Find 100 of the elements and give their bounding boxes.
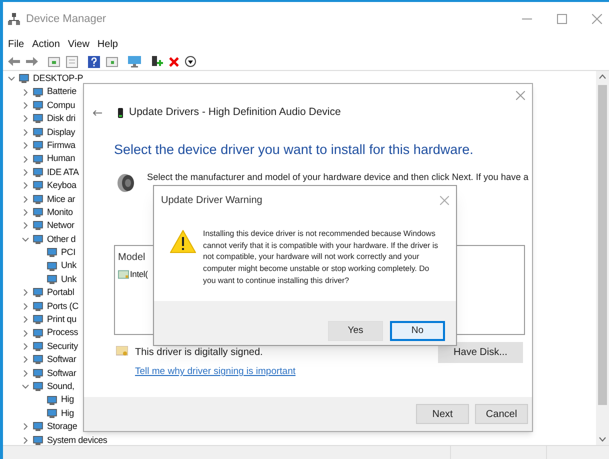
close-icon[interactable] xyxy=(516,91,525,100)
device-icon xyxy=(33,234,43,244)
close-icon[interactable] xyxy=(592,14,602,24)
window-icon[interactable] xyxy=(106,56,118,66)
forward-arrow-icon[interactable] xyxy=(26,57,38,66)
chevron-right-icon[interactable] xyxy=(22,289,29,296)
back-arrow-icon[interactable] xyxy=(8,57,20,66)
device-icon xyxy=(33,355,43,364)
chevron-right-icon[interactable] xyxy=(22,196,29,203)
chevron-right-icon[interactable] xyxy=(22,209,29,216)
device-icon xyxy=(33,114,43,124)
close-icon[interactable] xyxy=(440,196,449,205)
tree-item[interactable]: Unk xyxy=(61,272,76,286)
tree-item[interactable]: Hig xyxy=(61,393,74,407)
device-icon xyxy=(47,408,57,418)
menu-item[interactable]: Action xyxy=(29,37,63,52)
menu-item[interactable]: File xyxy=(5,37,28,52)
model-item[interactable]: Intel( xyxy=(130,268,148,281)
back-arrow-icon[interactable] xyxy=(93,110,102,116)
tree-item[interactable]: Batterie xyxy=(47,85,76,99)
scroll-up-icon[interactable] xyxy=(599,74,606,79)
dialog-button[interactable]: Cancel xyxy=(475,404,528,424)
device-icon xyxy=(47,248,57,258)
tree-item[interactable]: Human xyxy=(47,152,76,166)
chevron-right-icon[interactable] xyxy=(22,88,29,96)
tree-item[interactable]: Disk dri xyxy=(47,112,76,126)
tree-item[interactable]: Other d xyxy=(47,232,76,246)
chevron-right-icon[interactable] xyxy=(22,343,29,350)
chevron-right-icon[interactable] xyxy=(22,222,29,230)
tree-item[interactable]: DESKTOP-P xyxy=(33,72,84,86)
chevron-right-icon[interactable] xyxy=(22,423,29,430)
device-icon xyxy=(33,154,43,164)
help-icon[interactable] xyxy=(88,56,100,68)
device-icon xyxy=(33,288,43,298)
chevron-right-icon[interactable] xyxy=(22,128,29,136)
tree-item[interactable]: Keyboa xyxy=(47,179,76,193)
maximize-icon[interactable] xyxy=(557,14,567,24)
chevron-right-icon[interactable] xyxy=(22,115,29,122)
tree-item[interactable]: Ports (C xyxy=(47,300,78,314)
tree-item[interactable]: Security xyxy=(47,340,78,354)
device-add-icon[interactable] xyxy=(151,56,163,68)
tree-item[interactable]: Portabl xyxy=(47,286,74,300)
menu-item[interactable]: View xyxy=(64,37,92,52)
tree-item[interactable]: Firmwa xyxy=(47,138,76,152)
chevron-right-icon[interactable] xyxy=(22,182,29,190)
page-icon[interactable] xyxy=(66,56,78,68)
tree-item[interactable]: Process xyxy=(47,326,78,340)
tree-item[interactable]: Networ xyxy=(47,219,74,233)
delete-icon[interactable] xyxy=(169,56,179,66)
device-icon xyxy=(33,208,43,218)
dialog-title: Update Drivers - High Definition Audio Device xyxy=(129,105,341,120)
chevron-down-icon[interactable] xyxy=(22,236,29,243)
tree-item[interactable]: Hig xyxy=(61,406,74,420)
tree-item[interactable]: Softwar xyxy=(47,353,76,367)
have-disk-button[interactable]: Have Disk... xyxy=(438,342,523,363)
warning-icon xyxy=(170,230,196,253)
menu-item[interactable]: Help xyxy=(94,37,121,52)
scroll-down-icon[interactable] xyxy=(599,437,606,442)
chevron-down-icon[interactable] xyxy=(22,383,29,390)
tree-item[interactable]: Storage xyxy=(47,420,78,434)
chevron-right-icon[interactable] xyxy=(22,356,29,364)
scrollbar[interactable] xyxy=(596,71,609,445)
dialog-heading: Select the device driver you want to install for this hardware. xyxy=(114,140,474,159)
scrollbar-thumb[interactable] xyxy=(598,85,607,405)
chevron-right-icon[interactable] xyxy=(22,156,29,163)
device-icon xyxy=(19,74,29,84)
tree-item[interactable]: System devices xyxy=(47,434,108,447)
monitor-icon[interactable] xyxy=(128,56,141,68)
chevron-right-icon[interactable] xyxy=(22,168,29,176)
dialog-button[interactable]: Next xyxy=(416,404,469,424)
device-icon xyxy=(33,302,43,311)
chevron-right-icon[interactable] xyxy=(22,102,29,109)
chevron-down-icon[interactable] xyxy=(8,75,15,82)
tree-item[interactable]: Softwar xyxy=(47,366,76,380)
tree-item[interactable]: Mice ar xyxy=(47,192,76,206)
chevron-right-icon[interactable] xyxy=(22,142,29,150)
driver-signing-link[interactable]: Tell me why driver signing is important xyxy=(135,365,296,380)
driver-icon xyxy=(118,270,129,279)
chevron-right-icon[interactable] xyxy=(22,370,29,377)
tree-item[interactable]: Sound, xyxy=(47,380,74,394)
chevron-right-icon[interactable] xyxy=(22,302,29,310)
chevron-right-icon[interactable] xyxy=(22,316,29,324)
tree-item[interactable]: PCI xyxy=(61,246,76,260)
device-icon xyxy=(33,181,43,190)
chevron-right-icon[interactable] xyxy=(22,436,29,444)
tree-item[interactable]: Monito xyxy=(47,206,73,220)
tree-item[interactable]: Print qu xyxy=(47,313,76,326)
window-icon[interactable] xyxy=(48,56,60,66)
tree-item[interactable]: Unk xyxy=(61,259,76,273)
tree-item[interactable]: Display xyxy=(47,126,76,139)
device-icon xyxy=(47,262,57,271)
device-icon xyxy=(33,368,43,378)
dialog-button[interactable]: No xyxy=(390,321,445,341)
device-icon xyxy=(33,436,43,445)
dialog-button[interactable]: Yes xyxy=(328,321,383,341)
device-icon xyxy=(33,221,43,230)
download-icon[interactable] xyxy=(185,56,196,67)
tree-item[interactable]: IDE ATA xyxy=(47,166,79,180)
chevron-right-icon[interactable] xyxy=(22,330,29,337)
tree-item[interactable]: Compu xyxy=(47,98,76,112)
